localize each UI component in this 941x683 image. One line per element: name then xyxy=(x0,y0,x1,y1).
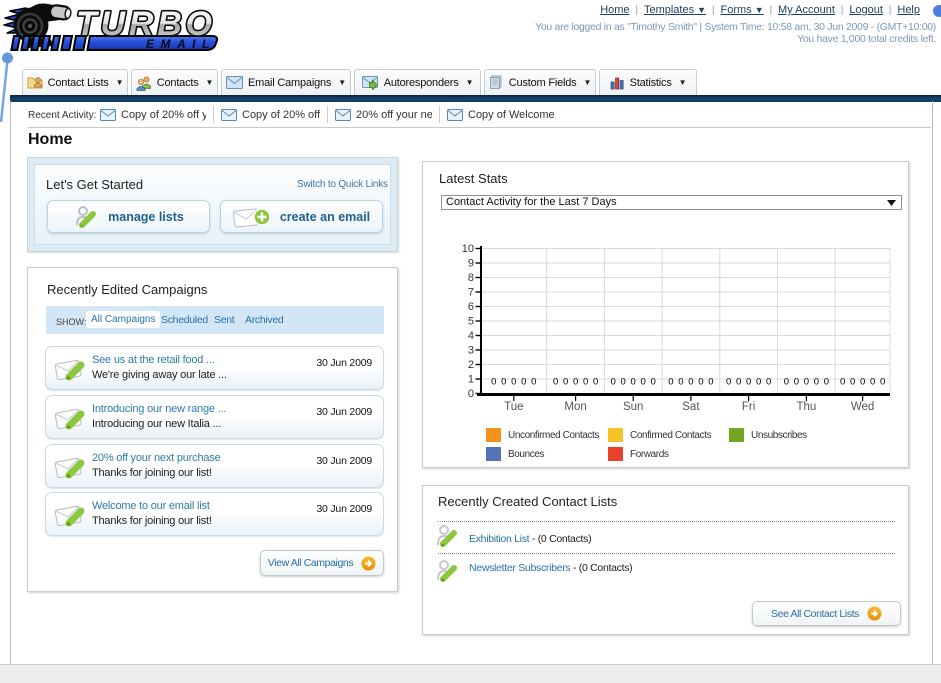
svg-text:0: 0 xyxy=(688,377,693,388)
svg-text:0: 0 xyxy=(621,377,626,388)
svg-text:0: 0 xyxy=(611,377,616,388)
svg-text:0: 0 xyxy=(521,377,526,388)
svg-text:0: 0 xyxy=(708,377,713,388)
svg-text:0: 0 xyxy=(583,377,588,388)
svg-text:0: 0 xyxy=(468,388,474,400)
svg-text:0: 0 xyxy=(651,377,656,388)
svg-text:0: 0 xyxy=(756,377,761,388)
svg-text:0: 0 xyxy=(573,377,578,388)
svg-text:0: 0 xyxy=(593,377,598,388)
svg-text:TURBO: TURBO xyxy=(76,5,212,43)
svg-text:2: 2 xyxy=(468,359,474,371)
svg-text:Sat: Sat xyxy=(682,401,700,413)
svg-text:0: 0 xyxy=(824,377,829,388)
svg-text:4: 4 xyxy=(468,330,474,342)
svg-text:0: 0 xyxy=(814,377,819,388)
svg-text:0: 0 xyxy=(746,377,751,388)
svg-text:0: 0 xyxy=(631,377,636,388)
svg-text:0: 0 xyxy=(563,377,568,388)
svg-text:0: 0 xyxy=(511,377,516,388)
svg-text:0: 0 xyxy=(678,377,683,388)
svg-text:8: 8 xyxy=(468,272,474,284)
svg-text:0: 0 xyxy=(641,377,646,388)
svg-text:9: 9 xyxy=(468,258,474,270)
svg-text:0: 0 xyxy=(736,377,741,388)
svg-text:Thu: Thu xyxy=(796,401,816,413)
svg-text:0: 0 xyxy=(726,377,731,388)
svg-text:0: 0 xyxy=(501,377,506,388)
svg-text:0: 0 xyxy=(491,377,496,388)
svg-text:0: 0 xyxy=(804,377,809,388)
svg-text:0: 0 xyxy=(860,377,865,388)
svg-text:7: 7 xyxy=(468,287,474,299)
svg-text:Sun: Sun xyxy=(623,401,643,413)
svg-text:Wed: Wed xyxy=(851,401,874,413)
svg-text:1: 1 xyxy=(468,374,474,386)
svg-text:0: 0 xyxy=(880,377,885,388)
svg-text:0: 0 xyxy=(766,377,771,388)
svg-text:Mon: Mon xyxy=(564,401,586,413)
svg-text:0: 0 xyxy=(870,377,875,388)
svg-text:5: 5 xyxy=(468,316,474,328)
svg-text:10: 10 xyxy=(462,243,474,255)
svg-text:0: 0 xyxy=(531,377,536,388)
svg-text:0: 0 xyxy=(794,377,799,388)
svg-text:3: 3 xyxy=(468,345,474,357)
svg-text:0: 0 xyxy=(698,377,703,388)
svg-text:0: 0 xyxy=(840,377,845,388)
svg-text:0: 0 xyxy=(668,377,673,388)
svg-text:6: 6 xyxy=(468,301,474,313)
svg-text:Tue: Tue xyxy=(504,401,523,413)
svg-text:Fri: Fri xyxy=(742,401,755,413)
svg-text:0: 0 xyxy=(784,377,789,388)
svg-text:0: 0 xyxy=(553,377,558,388)
svg-text:0: 0 xyxy=(850,377,855,388)
